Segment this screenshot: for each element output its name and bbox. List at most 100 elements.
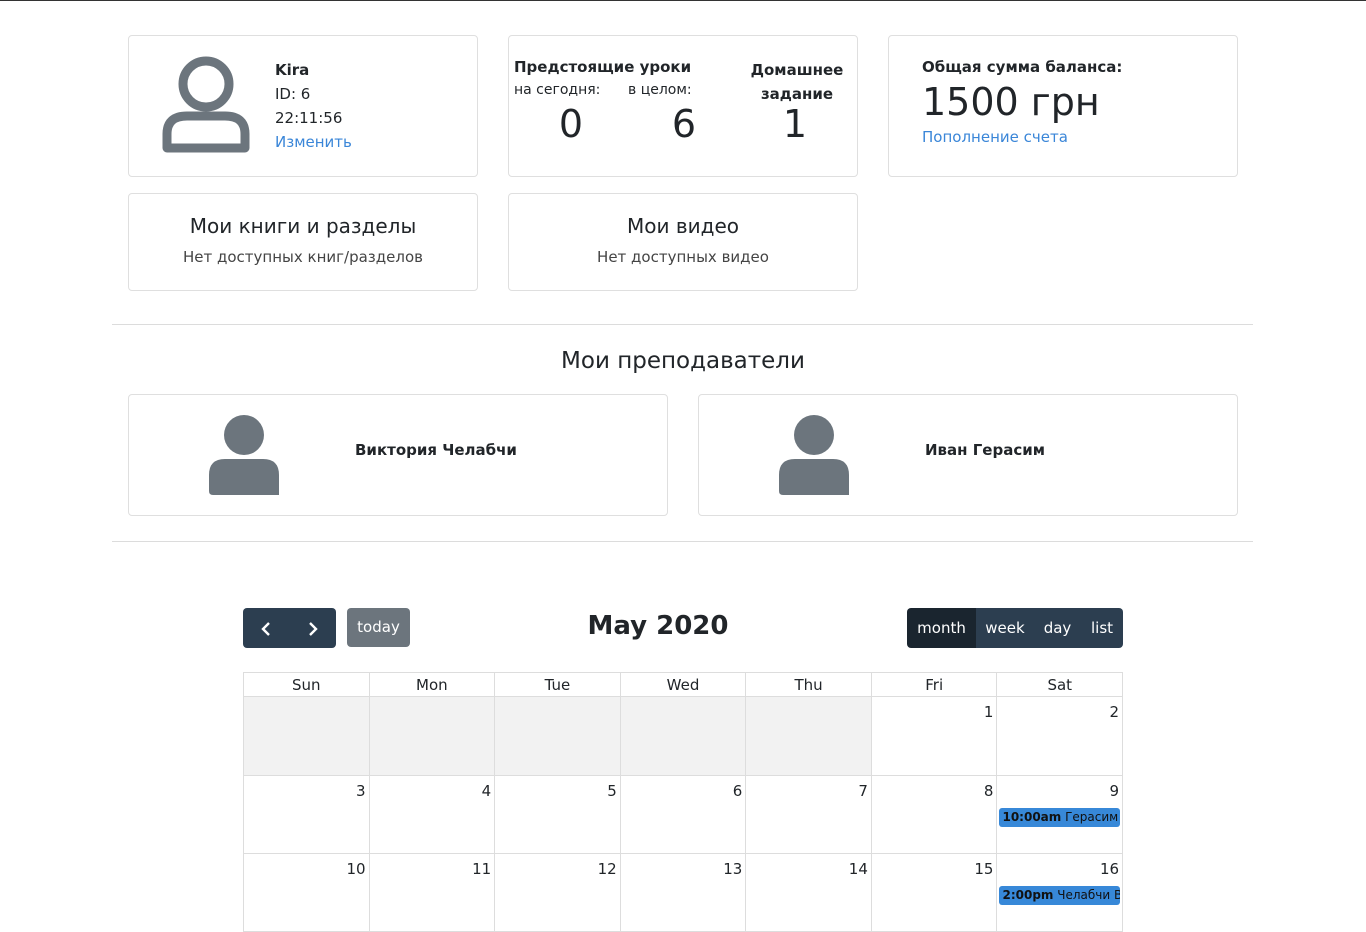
videos-card[interactable]: Мои видео Нет доступных видео — [508, 193, 858, 291]
balance-card: Общая сумма баланса: 1500 грн Пополнение… — [888, 35, 1238, 177]
balance-value: 1500 грн — [922, 80, 1100, 124]
user-icon — [209, 415, 279, 495]
calendar-day-cell[interactable]: 9 10:00am Герасим И — [997, 776, 1124, 854]
day-number: 11 — [472, 860, 492, 878]
view-list-button[interactable]: list — [1081, 608, 1123, 648]
day-number: 6 — [732, 782, 743, 800]
next-button[interactable] — [289, 608, 336, 648]
calendar-nav-group — [243, 608, 336, 648]
profile-card: Kira ID: 6 22:11:56 Изменить — [128, 35, 478, 177]
event-time: 10:00am — [1002, 810, 1062, 824]
calendar-day-cell[interactable]: 12 — [495, 854, 621, 932]
day-number: 12 — [597, 860, 617, 878]
teacher-card[interactable]: Виктория Челабчи — [128, 394, 668, 516]
view-month-button[interactable]: month — [907, 608, 976, 648]
user-outline-icon — [162, 56, 250, 153]
divider — [112, 541, 1253, 542]
calendar-day-cell[interactable]: 14 — [746, 854, 872, 932]
today-button[interactable]: today — [347, 608, 410, 647]
divider — [112, 324, 1253, 325]
balance-label: Общая сумма баланса: — [922, 58, 1123, 76]
calendar-day-cell[interactable]: 16 2:00pm Челабчи В — [997, 854, 1124, 932]
chevron-left-icon — [261, 621, 270, 636]
teacher-name: Иван Герасим — [925, 441, 1046, 459]
edit-profile-link[interactable]: Изменить — [275, 130, 352, 154]
calendar-day-cell[interactable] — [369, 697, 496, 776]
calendar-day-cell[interactable]: 8 — [871, 776, 998, 854]
event-title: Челабчи В — [1053, 888, 1121, 902]
videos-title: Мои видео — [626, 214, 739, 238]
day-number: 3 — [356, 782, 366, 800]
homework-count: 1 — [782, 102, 808, 146]
books-title: Мои книги и разделы — [189, 214, 417, 238]
teacher-name: Виктория Челабчи — [355, 441, 517, 459]
day-number: 2 — [1109, 703, 1120, 721]
day-number: 1 — [983, 703, 994, 721]
calendar-day-cell[interactable]: 10 — [244, 854, 370, 932]
calendar-day-cell[interactable]: 6 — [620, 776, 747, 854]
calendar-day-cell[interactable]: 15 — [871, 854, 998, 932]
calendar-event[interactable]: 10:00am Герасим И — [999, 808, 1121, 827]
calendar-event[interactable]: 2:00pm Челабчи В — [999, 886, 1121, 905]
day-number: 7 — [858, 782, 868, 800]
day-number: 14 — [848, 860, 868, 878]
view-week-button[interactable]: week — [976, 608, 1034, 648]
calendar-week-row: 12 — [243, 697, 1124, 776]
upcoming-lessons-title: Предстоящие уроки — [514, 58, 692, 76]
calendar-week-row: 10 11 12 13 14 15 16 2:00pm Челабчи В — [243, 854, 1124, 932]
calendar-day-cell[interactable] — [620, 697, 747, 776]
day-number: 4 — [481, 782, 492, 800]
view-switcher: month week day list — [907, 608, 1123, 648]
lessons-total-count: 6 — [671, 102, 697, 146]
weekday-header: Sun Mon Tue Wed Thu Fri Sat — [243, 672, 1123, 697]
event-time: 2:00pm — [1002, 888, 1054, 902]
calendar-day-cell[interactable]: 2 — [997, 697, 1124, 776]
weekday-label: Sat — [1047, 676, 1073, 694]
videos-empty-text: Нет доступных видео — [597, 248, 769, 266]
weekday-label: Tue — [495, 673, 621, 696]
weekday-label: Thu — [746, 673, 872, 696]
chevron-right-icon — [308, 621, 318, 636]
calendar-week-row: 3 4 5 6 7 8 9 10:00am Герасим И — [243, 776, 1124, 854]
calendar-day-cell[interactable]: 11 — [369, 854, 496, 932]
weekday-label: Wed — [621, 673, 747, 696]
profile-id: ID: 6 — [275, 85, 311, 103]
calendar-day-cell[interactable] — [244, 697, 370, 776]
lessons-total-label: в целом: — [628, 82, 692, 98]
calendar-title: May 2020 — [587, 611, 729, 641]
calendar-day-cell[interactable]: 4 — [369, 776, 496, 854]
day-number: 16 — [1099, 860, 1120, 878]
calendar-grid: Sun Mon Tue Wed Thu Fri Sat 1 2 3 4 5 6 7 8 9 10:… — [243, 672, 1124, 932]
calendar-body: 12345678910:00am Герасим И10111213141516… — [243, 697, 1124, 932]
calendar-day-cell[interactable]: 7 — [746, 776, 872, 854]
day-number: 8 — [983, 782, 994, 800]
calendar-day-cell[interactable]: 3 — [244, 776, 370, 854]
day-number: 10 — [346, 860, 366, 878]
calendar-day-cell[interactable] — [495, 697, 621, 776]
books-card[interactable]: Мои книги и разделы Нет доступных книг/р… — [128, 193, 478, 291]
calendar-day-cell[interactable]: 1 — [871, 697, 998, 776]
teacher-card[interactable]: Иван Герасим — [698, 394, 1238, 516]
day-number: 13 — [723, 860, 743, 878]
calendar-day-cell[interactable]: 13 — [620, 854, 747, 932]
user-icon — [779, 415, 849, 495]
profile-time: 22:11:56 — [275, 109, 343, 127]
teachers-title: Мои преподаватели — [561, 348, 805, 374]
homework-title: Домашнее задание — [750, 61, 844, 103]
profile-name: Kira — [275, 61, 310, 79]
lessons-today-label: на сегодня: — [514, 82, 601, 98]
day-number: 5 — [607, 782, 617, 800]
weekday-label: Sun — [244, 673, 370, 696]
weekday-label: Fri — [872, 673, 998, 696]
calendar-day-cell[interactable] — [746, 697, 872, 776]
day-number: 9 — [1109, 782, 1120, 800]
prev-button[interactable] — [243, 608, 289, 648]
calendar-day-cell[interactable]: 5 — [495, 776, 621, 854]
books-empty-text: Нет доступных книг/разделов — [183, 248, 423, 266]
view-day-button[interactable]: day — [1034, 608, 1081, 648]
topup-link[interactable]: Пополнение счета — [922, 128, 1068, 146]
day-number: 15 — [974, 860, 994, 878]
upcoming-lessons-card: Предстоящие уроки на сегодня: в целом: 0… — [508, 35, 858, 177]
lessons-today-count: 0 — [558, 102, 584, 146]
weekday-label: Mon — [370, 673, 496, 696]
